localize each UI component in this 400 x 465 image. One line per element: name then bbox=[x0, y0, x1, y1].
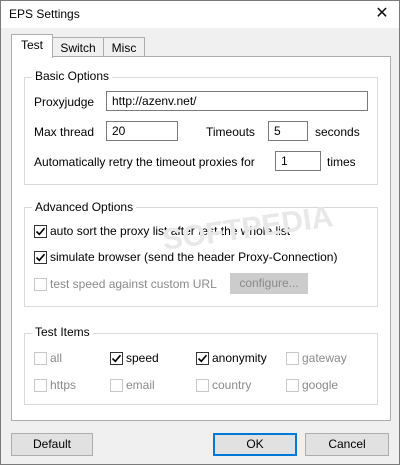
advanced-options-label: Advanced Options bbox=[32, 200, 137, 214]
item-google-checkbox[interactable] bbox=[286, 379, 299, 392]
item-country-label[interactable]: country bbox=[212, 378, 251, 392]
tab-switch[interactable]: Switch bbox=[52, 37, 104, 58]
max-thread-label: Max thread bbox=[34, 125, 95, 139]
item-all-label[interactable]: all bbox=[50, 351, 62, 365]
close-icon[interactable]: ✕ bbox=[371, 3, 393, 25]
item-all-checkbox[interactable] bbox=[34, 352, 47, 365]
auto-sort-checkbox[interactable] bbox=[34, 225, 47, 238]
item-anonymity-label[interactable]: anonymity bbox=[212, 351, 267, 365]
item-speed-label[interactable]: speed bbox=[126, 351, 159, 365]
check-icon bbox=[111, 354, 122, 363]
test-speed-label[interactable]: test speed against custom URL bbox=[50, 277, 217, 291]
item-speed-checkbox[interactable] bbox=[110, 352, 123, 365]
settings-window: EPS Settings ✕ Test Switch Misc Basic Op… bbox=[0, 0, 400, 465]
retry-label: Automatically retry the timeout proxies … bbox=[34, 155, 255, 169]
timeouts-input[interactable]: 5 bbox=[268, 121, 308, 141]
simulate-browser-checkbox[interactable] bbox=[34, 251, 47, 264]
item-gateway-label[interactable]: gateway bbox=[302, 351, 347, 365]
proxyjudge-label: Proxyjudge bbox=[34, 95, 95, 109]
test-tab-panel: Basic Options Proxyjudge http://azenv.ne… bbox=[11, 56, 391, 421]
item-google-label[interactable]: google bbox=[302, 378, 338, 392]
item-anonymity-checkbox[interactable] bbox=[196, 352, 209, 365]
test-speed-checkbox[interactable] bbox=[34, 278, 47, 291]
check-icon bbox=[35, 253, 46, 262]
proxyjudge-input[interactable]: http://azenv.net/ bbox=[106, 91, 368, 111]
tab-test[interactable]: Test bbox=[11, 34, 53, 58]
check-icon bbox=[197, 354, 208, 363]
simulate-browser-label[interactable]: simulate browser (send the header Proxy-… bbox=[50, 250, 337, 264]
auto-sort-label[interactable]: auto sort the proxy list after test the … bbox=[50, 224, 290, 238]
cancel-button[interactable]: Cancel bbox=[305, 433, 389, 456]
item-gateway-checkbox[interactable] bbox=[286, 352, 299, 365]
default-button[interactable]: Default bbox=[11, 433, 93, 456]
times-label: times bbox=[327, 155, 356, 169]
title-bar[interactable]: EPS Settings ✕ bbox=[1, 1, 399, 28]
window-title: EPS Settings bbox=[9, 7, 80, 21]
ok-button[interactable]: OK bbox=[213, 433, 297, 456]
retry-input[interactable]: 1 bbox=[275, 151, 321, 171]
test-items-group bbox=[24, 333, 378, 405]
test-items-label: Test Items bbox=[32, 325, 93, 339]
check-icon bbox=[35, 227, 46, 236]
timeouts-label: Timeouts bbox=[206, 125, 255, 139]
max-thread-input[interactable]: 20 bbox=[106, 121, 178, 141]
seconds-label: seconds bbox=[315, 125, 360, 139]
item-email-checkbox[interactable] bbox=[110, 379, 123, 392]
configure-button[interactable]: configure... bbox=[230, 273, 308, 294]
basic-options-label: Basic Options bbox=[32, 69, 113, 83]
tab-misc[interactable]: Misc bbox=[103, 37, 145, 58]
item-https-label[interactable]: https bbox=[50, 378, 76, 392]
item-https-checkbox[interactable] bbox=[34, 379, 47, 392]
item-email-label[interactable]: email bbox=[126, 378, 155, 392]
item-country-checkbox[interactable] bbox=[196, 379, 209, 392]
